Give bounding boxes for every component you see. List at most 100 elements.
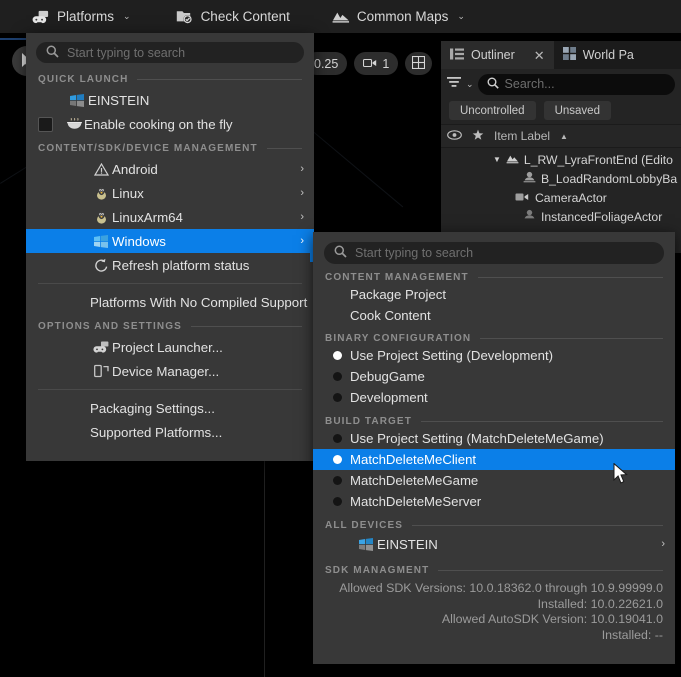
chevron-down-icon: ⌄ xyxy=(123,11,131,21)
tab-outliner-label: Outliner xyxy=(471,48,515,62)
filter-button[interactable]: ⌄ xyxy=(447,75,474,93)
cook-on-the-fly-checkbox[interactable] xyxy=(38,116,64,132)
toolbar-check-content-button[interactable]: Check Content xyxy=(166,0,300,33)
menu-item-development[interactable]: Development xyxy=(313,387,675,408)
radio-off-icon[interactable] xyxy=(325,393,350,402)
section-divider xyxy=(412,525,663,526)
menu-item-debuggame[interactable]: DebugGame xyxy=(313,366,675,387)
menu-item-matchdeletemeserver[interactable]: MatchDeleteMeServer xyxy=(313,491,675,512)
radio-on-icon[interactable] xyxy=(325,455,350,464)
main-toolbar: Platforms ⌄ Check Content Common Maps ⌄ xyxy=(0,0,681,33)
menu-item-device-manager[interactable]: Device Manager... xyxy=(26,359,314,383)
refresh-icon xyxy=(90,258,112,272)
camera-icon xyxy=(363,57,377,71)
menu-item-use-project-setting-development-label: Use Project Setting (Development) xyxy=(350,348,554,363)
blueprint-actor-icon xyxy=(523,171,536,186)
section-binary-configuration-label: BINARY CONFIGURATION xyxy=(325,333,472,344)
menu-item-use-project-setting-development[interactable]: Use Project Setting (Development) xyxy=(313,345,675,366)
menu-item-device-manager-label: Device Manager... xyxy=(112,363,220,379)
section-content-management: CONTENT MANAGEMENT xyxy=(313,266,675,284)
cook-on-the-fly-icon xyxy=(64,117,84,131)
menu-item-matchdeletemeclient[interactable]: MatchDeleteMeClient xyxy=(313,449,675,470)
radio-off-icon[interactable] xyxy=(325,476,350,485)
chevron-right-icon: › xyxy=(300,235,304,247)
outliner-row-label: B_LoadRandomLobbyBa xyxy=(541,171,678,186)
chevron-right-icon: › xyxy=(300,163,304,175)
menu-item-use-project-setting-matchdeletemegame[interactable]: Use Project Setting (MatchDeleteMeGame) xyxy=(313,428,675,449)
toolbar-common-maps-button[interactable]: Common Maps ⌄ xyxy=(322,0,475,33)
menu-item-use-project-setting-matchdeletemegame-label: Use Project Setting (MatchDeleteMeGame) xyxy=(350,431,604,446)
chevron-right-icon: › xyxy=(661,538,665,550)
menu-item-windows[interactable]: Windows › xyxy=(26,229,314,253)
chevron-down-icon: ⌄ xyxy=(457,11,465,21)
sort-ascending-icon[interactable]: ▲ xyxy=(560,132,568,141)
outliner-search-input[interactable]: Search... xyxy=(477,73,675,95)
chevron-right-icon: › xyxy=(300,211,304,223)
outliner-row-label: InstancedFoliageActor xyxy=(541,209,663,224)
toolbar-check-content-label: Check Content xyxy=(200,9,290,24)
outliner-column-item-label[interactable]: Item Label xyxy=(494,129,550,143)
outliner-filter-row: ⌄ Search... xyxy=(441,69,681,99)
toolbar-platforms-button[interactable]: Platforms ⌄ xyxy=(0,0,141,33)
menu-item-linux[interactable]: Linux › xyxy=(26,181,314,205)
windows-icon xyxy=(38,93,88,107)
star-icon[interactable] xyxy=(472,129,484,144)
dock-tab-bar[interactable]: Outliner ✕ World Pa xyxy=(441,41,681,69)
toolbar-platforms-label: Platforms xyxy=(57,9,115,24)
menu-item-refresh-platform-status[interactable]: Refresh platform status xyxy=(26,253,314,277)
platforms-icon xyxy=(32,8,50,26)
expander-icon[interactable]: ▼ xyxy=(493,155,501,164)
menu-item-packaging-settings[interactable]: Packaging Settings... xyxy=(26,396,314,420)
table-row[interactable]: CameraActor xyxy=(441,188,681,207)
close-icon[interactable]: ✕ xyxy=(534,49,545,62)
tab-world-partition[interactable]: World Pa xyxy=(554,41,643,69)
outliner-tag-row: Uncontrolled Unsaved xyxy=(441,99,681,124)
table-row[interactable]: B_LoadRandomLobbyBa xyxy=(441,169,681,188)
menu-item-package-project-label: Package Project xyxy=(350,287,447,302)
submenu-search-input[interactable]: Start typing to search xyxy=(324,242,664,264)
table-row[interactable]: ▼ L_RW_LyraFrontEnd (Edito xyxy=(441,150,681,169)
menu-item-android[interactable]: Android › xyxy=(26,157,314,181)
chevron-down-icon: ⌄ xyxy=(466,78,474,89)
menu-item-enable-cooking-on-the-fly[interactable]: Enable cooking on the fly xyxy=(26,112,314,136)
viewport-camera-count: 1 xyxy=(382,56,390,71)
eye-icon[interactable] xyxy=(447,129,462,143)
menu-item-matchdeletemegame-label: MatchDeleteMeGame xyxy=(350,473,479,488)
viewport-camera-chip[interactable]: 1 xyxy=(354,52,399,75)
checkbox[interactable] xyxy=(38,116,53,132)
menu-divider xyxy=(38,389,302,390)
radio-on-icon[interactable] xyxy=(325,351,350,360)
tab-outliner[interactable]: Outliner ✕ xyxy=(441,41,554,69)
outliner-tree[interactable]: ▼ L_RW_LyraFrontEnd (Edito B_LoadRandomL… xyxy=(441,148,681,226)
foliage-actor-icon xyxy=(523,209,536,224)
viewport-layout-chip[interactable] xyxy=(405,52,433,75)
menu-item-supported-platforms[interactable]: Supported Platforms... xyxy=(26,420,314,444)
menu-divider xyxy=(38,283,302,284)
section-divider xyxy=(480,338,663,339)
menu-item-debuggame-label: DebugGame xyxy=(350,369,425,384)
menu-item-no-compiled-support-label: Platforms With No Compiled Support xyxy=(90,294,308,310)
device-manager-icon xyxy=(90,364,112,378)
radio-off-icon[interactable] xyxy=(325,372,350,381)
menu-item-platforms-no-compiled-support[interactable]: Platforms With No Compiled Support › xyxy=(26,290,319,314)
camera-actor-icon xyxy=(515,191,530,205)
menu-item-matchdeletemegame[interactable]: MatchDeleteMeGame xyxy=(313,470,675,491)
menu-item-cook-content[interactable]: Cook Content xyxy=(313,305,675,326)
menu-item-project-launcher[interactable]: Project Launcher... xyxy=(26,335,314,359)
linux-icon xyxy=(90,210,112,224)
platform-menu-search-placeholder: Start typing to search xyxy=(67,45,186,60)
table-row[interactable]: InstancedFoliageActor xyxy=(441,207,681,226)
layout-grid-icon xyxy=(412,55,426,72)
radio-off-icon[interactable] xyxy=(325,434,350,443)
tag-unsaved[interactable]: Unsaved xyxy=(543,101,611,120)
menu-item-einstein[interactable]: EINSTEIN xyxy=(26,88,314,112)
menu-item-linuxarm64[interactable]: LinuxArm64 › xyxy=(26,205,314,229)
radio-off-icon[interactable] xyxy=(325,497,350,506)
viewport-chip-group[interactable]: 0.25 1 xyxy=(305,52,433,75)
tag-uncontrolled[interactable]: Uncontrolled xyxy=(449,101,536,120)
menu-item-device-einstein[interactable]: EINSTEIN › xyxy=(313,532,675,556)
chevron-right-icon: › xyxy=(300,187,304,199)
outliner-panel: Outliner ✕ World Pa ⌄ Search... Uncontro… xyxy=(441,41,681,253)
menu-item-package-project[interactable]: Package Project xyxy=(313,284,675,305)
platform-menu-search-input[interactable]: Start typing to search xyxy=(36,42,304,63)
